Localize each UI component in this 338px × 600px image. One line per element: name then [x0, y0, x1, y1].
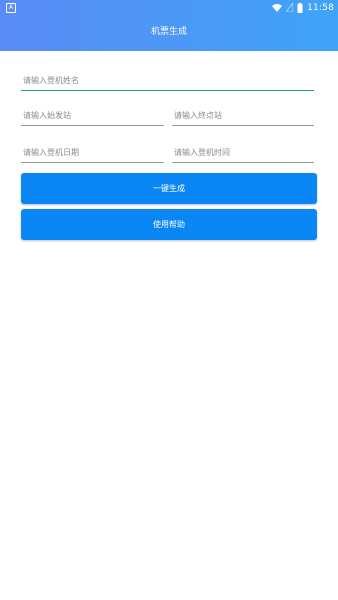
signal-icon [286, 3, 294, 12]
generate-button[interactable]: 一键生成 [21, 173, 317, 204]
destination-field [172, 103, 318, 126]
battery-icon [297, 2, 303, 13]
boarding-date-input[interactable] [21, 142, 168, 163]
notification-app-icon: A [6, 3, 16, 13]
help-button[interactable]: 使用帮助 [21, 209, 317, 240]
status-time: 11:58 [307, 2, 334, 13]
departure-input[interactable] [21, 105, 168, 126]
passenger-name-field [21, 68, 318, 91]
status-icons: 11:58 [272, 1, 334, 14]
destination-input[interactable] [172, 105, 318, 126]
boarding-date-field [21, 140, 168, 163]
boarding-time-field [172, 140, 318, 163]
app-header: A 11:58 机票生成 [0, 0, 338, 51]
passenger-name-input[interactable] [21, 70, 318, 91]
page-title: 机票生成 [150, 27, 187, 37]
status-bar: A 11:58 [0, 0, 338, 15]
wifi-icon [272, 3, 283, 12]
boarding-time-input[interactable] [172, 142, 318, 163]
departure-field [21, 103, 168, 126]
